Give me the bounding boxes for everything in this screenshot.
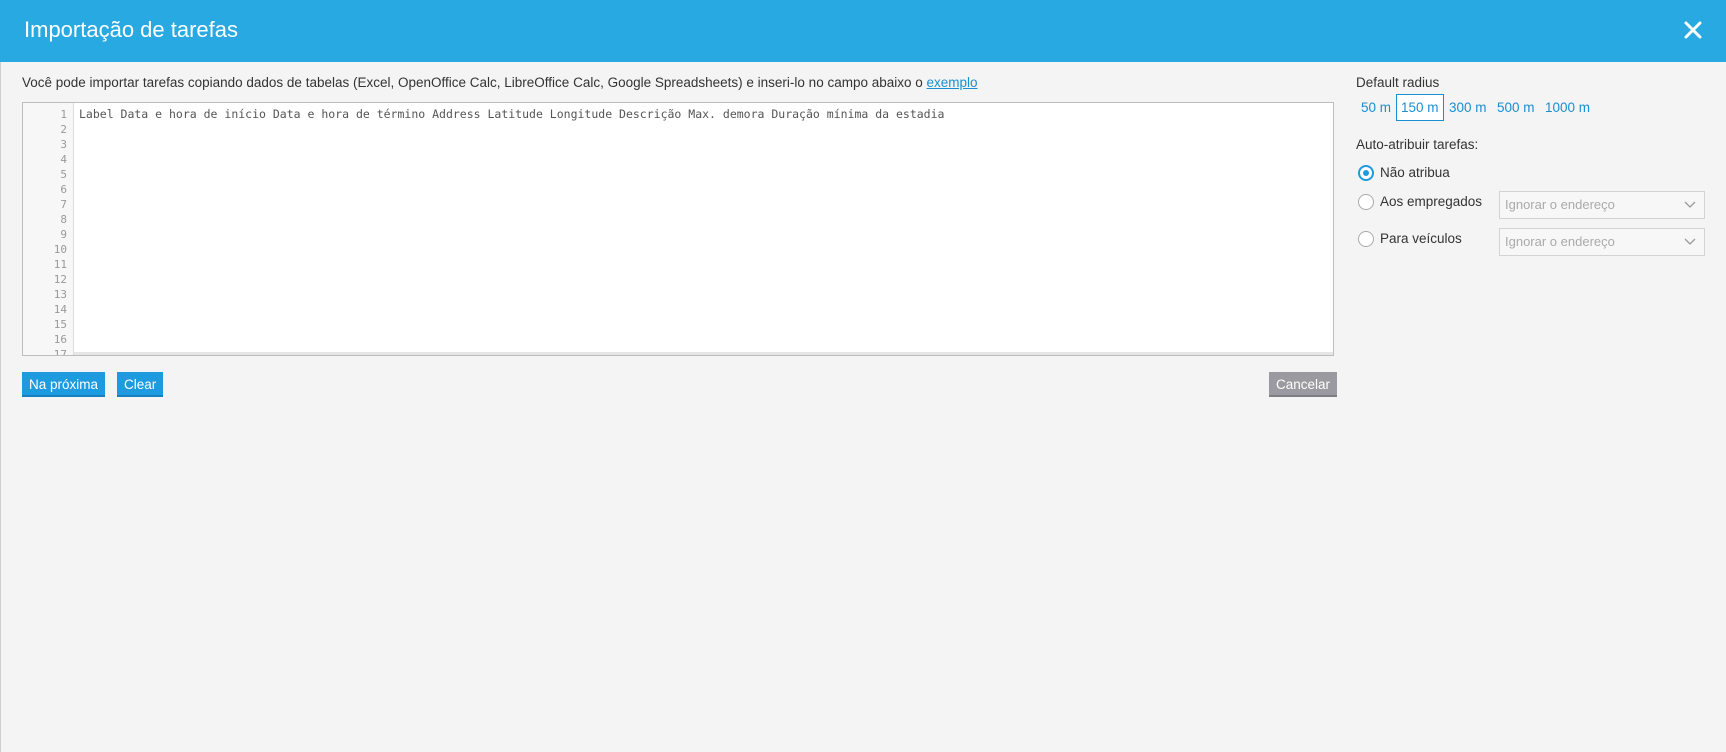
line-number: 4 — [60, 153, 67, 166]
vehicles-address-select[interactable]: Ignorar o endereço — [1499, 228, 1705, 256]
assign-employees-label: Aos empregados — [1380, 194, 1483, 209]
line-number: 6 — [60, 183, 67, 196]
radius-option-1000[interactable]: 1000 m — [1540, 94, 1595, 121]
radio-employees[interactable] — [1358, 194, 1374, 210]
auto-assign-label: Auto-atribuir tarefas: — [1356, 137, 1479, 152]
chevron-down-icon — [1684, 238, 1696, 245]
editor-content[interactable]: Label Data e hora de início Data e hora … — [79, 107, 1333, 122]
assign-option-employees[interactable]: Aos empregados Ignorar o endereço — [1358, 191, 1708, 219]
radius-label: Default radius — [1356, 75, 1440, 90]
assign-vehicles-label: Para veículos — [1380, 231, 1462, 246]
line-number: 16 — [53, 333, 67, 346]
employees-select-value: Ignorar o endereço — [1505, 197, 1615, 212]
line-number: 1 — [60, 108, 67, 121]
instructions-text: Você pode importar tarefas copiando dado… — [22, 75, 978, 91]
cancel-button[interactable]: Cancelar — [1269, 372, 1338, 397]
assign-option-vehicles[interactable]: Para veículos Ignorar o endereço — [1358, 228, 1708, 256]
options-panel: Default radius 50 m 150 m 300 m 500 m 10… — [1356, 75, 1706, 256]
vehicles-select-value: Ignorar o endereço — [1505, 234, 1615, 249]
radius-option-300[interactable]: 300 m — [1444, 94, 1492, 121]
radio-none[interactable] — [1358, 165, 1374, 181]
assign-none-label: Não atribua — [1380, 165, 1450, 180]
line-number: 14 — [53, 303, 67, 316]
dialog-title: Importação de tarefas — [24, 17, 239, 42]
line-number: 7 — [60, 198, 67, 211]
line-number: 15 — [53, 318, 67, 331]
line-number: 17 — [53, 348, 67, 356]
line-number: 2 — [60, 123, 67, 136]
line-number: 3 — [60, 138, 67, 151]
line-number: 9 — [60, 228, 67, 241]
radius-option-50[interactable]: 50 m — [1356, 94, 1396, 121]
line-number: 10 — [53, 243, 67, 256]
radius-option-150[interactable]: 150 m — [1396, 94, 1444, 121]
line-number-gutter: 1 2 3 4 5 6 7 8 9 10 11 12 13 14 15 16 17 — [23, 103, 74, 355]
radio-vehicles[interactable] — [1358, 231, 1374, 247]
dialog-left-border — [0, 62, 1, 752]
radius-option-500[interactable]: 500 m — [1492, 94, 1540, 121]
employees-address-select[interactable]: Ignorar o endereço — [1499, 191, 1705, 219]
line-number: 8 — [60, 213, 67, 226]
horizontal-scrollbar[interactable] — [74, 352, 1333, 355]
instructions-body: Você pode importar tarefas copiando dado… — [22, 75, 927, 90]
line-number: 12 — [53, 273, 67, 286]
dialog-header: Importação de tarefas — [0, 0, 1726, 62]
chevron-down-icon — [1684, 201, 1696, 208]
close-icon[interactable] — [1678, 15, 1708, 45]
import-editor[interactable]: 1 2 3 4 5 6 7 8 9 10 11 12 13 14 15 16 17 Label Data e h… — [22, 102, 1334, 356]
clear-button[interactable]: Clear — [117, 372, 164, 397]
line-number: 5 — [60, 168, 67, 181]
example-link[interactable]: exemplo — [927, 75, 978, 90]
line-number: 11 — [53, 258, 67, 271]
line-number: 13 — [53, 288, 67, 301]
next-button[interactable]: Na próxima — [22, 372, 106, 397]
